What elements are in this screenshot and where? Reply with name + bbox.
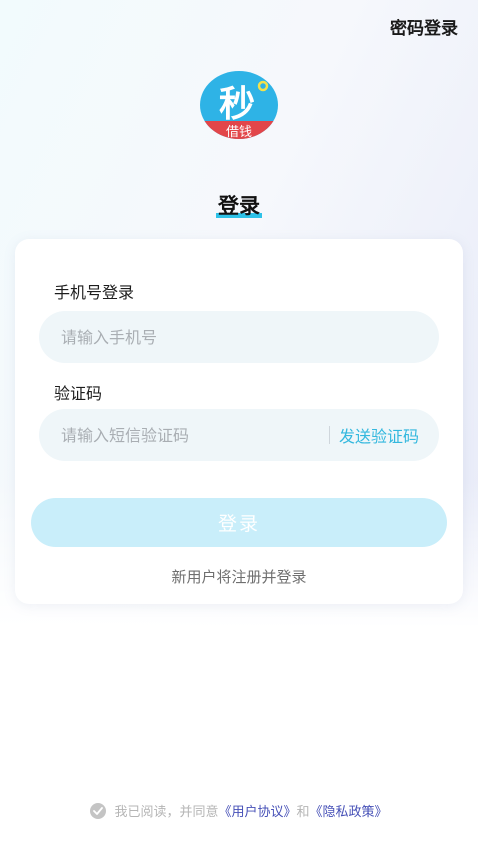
field-divider [328,426,330,444]
code-input[interactable] [59,424,329,446]
agreement-prefix: 我已阅读，并同意 [114,805,219,820]
logo-char: 秒 [219,84,255,125]
login-button[interactable]: 登录 [31,498,447,547]
phone-label: 手机号登录 [54,283,135,302]
agreement-and: 和 [296,805,310,820]
page-title: 登录 [216,190,262,222]
phone-input[interactable] [59,326,419,348]
login-card: 手机号登录 验证码 发送验证码 登录 新用户将注册并登录 [15,239,463,604]
user-agreement-link[interactable]: 《用户协议》 [218,801,296,820]
privacy-policy-link[interactable]: 《隐私政策》 [310,801,388,820]
register-hint: 新用户将注册并登录 [171,568,307,586]
code-label: 验证码 [54,384,103,403]
code-field[interactable]: 发送验证码 [39,409,439,461]
agreement-bar: 我已阅读，并同意 《用户协议》 和 《隐私政策》 [0,801,478,820]
logo-sub: 借钱 [226,125,252,140]
send-code-button[interactable]: 发送验证码 [339,423,419,447]
agreement-check-icon[interactable] [90,802,107,819]
app-logo: 秒 借钱 [200,71,278,140]
password-login-link[interactable]: 密码登录 [390,14,458,39]
phone-field[interactable] [39,311,439,363]
page-title-wrap: 登录 [0,190,478,222]
